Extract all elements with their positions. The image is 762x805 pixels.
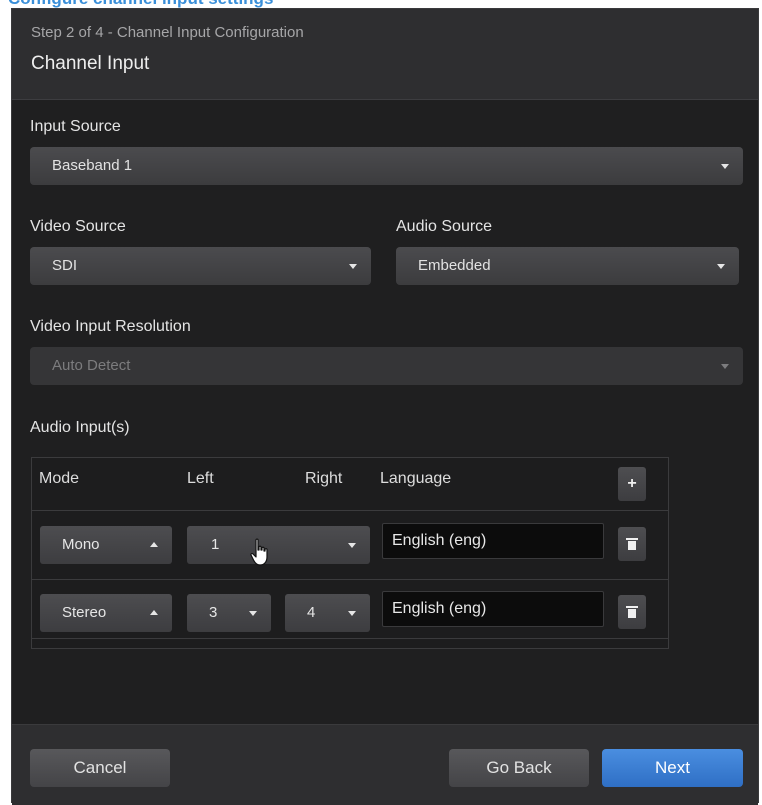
input-source-value: Baseband 1 [52,157,133,174]
chevron-down-icon [348,543,356,548]
dialog-title: Channel Input [31,53,150,74]
column-header-mode: Mode [39,470,80,487]
video-source-select[interactable]: SDI [30,247,371,285]
video-source-value: SDI [52,257,78,274]
row-divider [32,510,668,511]
next-button[interactable]: Next [602,749,743,787]
audio-inputs-table: Mode Left Right Language + Mono 1 Englis… [31,457,669,649]
video-resolution-value: Auto Detect [52,357,131,374]
video-source-label: Video Source [30,218,126,235]
audio-row-1-delete-button[interactable] [618,527,646,561]
hand-cursor-icon [250,538,268,566]
dialog-footer: Cancel Go Back Next [12,724,758,805]
audio-row-2-left-value: 3 [209,604,218,621]
row-divider [32,638,668,639]
audio-row-2-delete-button[interactable] [618,595,646,629]
page-caption-text: Configure channel input settings [8,0,273,8]
chevron-down-icon [249,611,257,616]
chevron-down-icon [721,364,729,369]
plus-icon: + [627,475,637,492]
column-header-right: Right [305,470,343,487]
column-header-left: Left [187,470,214,487]
cancel-button[interactable]: Cancel [30,749,170,787]
audio-source-label: Audio Source [396,218,493,235]
audio-row-2-left-select[interactable]: 3 [187,594,271,632]
page-caption: Configure channel input settings [0,0,762,8]
chevron-down-icon [348,611,356,616]
audio-row-2-language-input[interactable] [382,591,604,627]
input-source-select[interactable]: Baseband 1 [30,147,743,185]
video-resolution-select: Auto Detect [30,347,743,385]
audio-source-select[interactable]: Embedded [396,247,739,285]
audio-row-1-left-value: 1 [211,536,220,553]
audio-row-2-mode-select[interactable]: Stereo [40,594,172,632]
chevron-down-icon [349,264,357,269]
audio-row-2-right-select[interactable]: 4 [285,594,370,632]
input-source-label: Input Source [30,118,121,135]
trash-icon [626,606,638,618]
audio-inputs-label: Audio Input(s) [30,419,130,436]
audio-row-1-mode-select[interactable]: Mono [40,526,172,564]
audio-row-1-language-input[interactable] [382,523,604,559]
go-back-button[interactable]: Go Back [449,749,589,787]
audio-source-value: Embedded [418,257,491,274]
chevron-down-icon [721,164,729,169]
chevron-up-icon [150,542,158,547]
audio-row-1-mode-value: Mono [62,536,100,553]
add-audio-input-button[interactable]: + [618,467,646,501]
audio-row-2-right-value: 4 [307,604,316,621]
trash-icon [626,538,638,550]
dialog-header: Step 2 of 4 - Channel Input Configuratio… [12,9,758,100]
dialog-body: Input Source Baseband 1 Video Source SDI… [12,100,758,724]
audio-row-1-left-select[interactable]: 1 [187,526,370,564]
column-header-language: Language [380,470,452,487]
audio-row-2-mode-value: Stereo [62,604,107,621]
row-divider [32,579,668,580]
step-indicator: Step 2 of 4 - Channel Input Configuratio… [31,24,304,41]
chevron-down-icon [717,264,725,269]
chevron-up-icon [150,610,158,615]
video-resolution-label: Video Input Resolution [30,318,191,335]
channel-input-dialog: Step 2 of 4 - Channel Input Configuratio… [11,8,759,805]
